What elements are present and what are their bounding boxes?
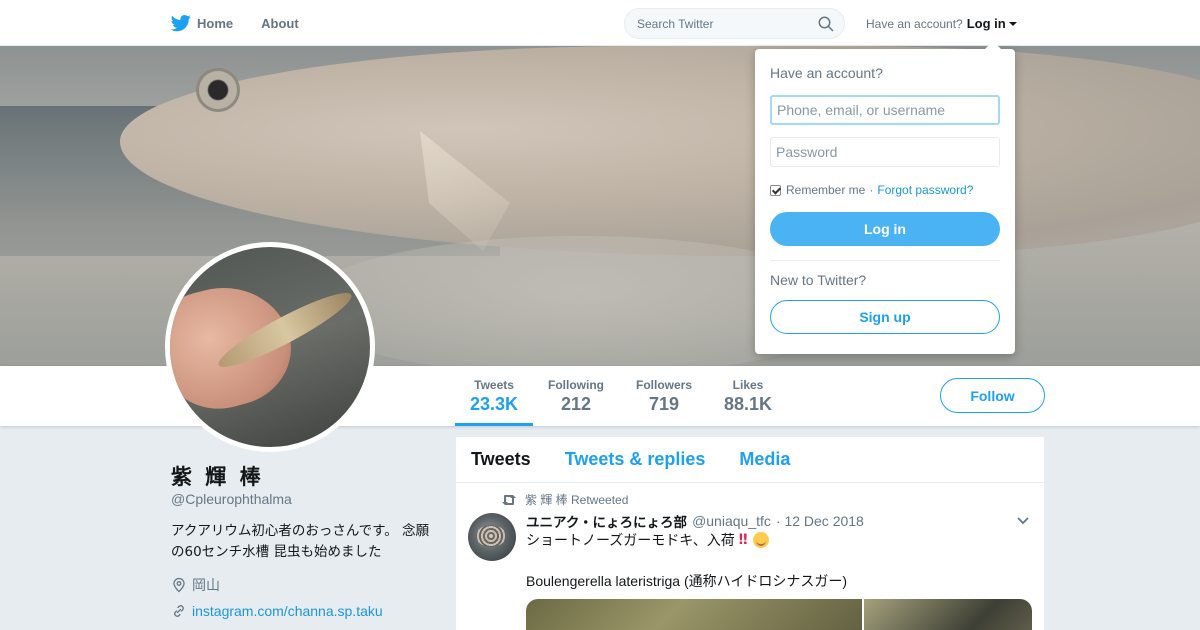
search-input[interactable] [625, 9, 844, 38]
tweet-author-handle[interactable]: @uniaqu_tfc [692, 513, 771, 529]
chevron-down-icon[interactable] [1016, 516, 1030, 526]
remember-me-label[interactable]: Remember me [786, 183, 865, 197]
tweet-media-image[interactable] [864, 599, 1032, 630]
retweet-text: 紫 輝 棒 Retweeted [525, 493, 629, 507]
nav-about-label: About [261, 15, 299, 31]
stat-followers-value: 719 [648, 394, 680, 414]
stat-likes-label: Likes [732, 378, 764, 392]
stat-followers[interactable]: Followers 719 [636, 378, 692, 415]
follow-button[interactable]: Follow [940, 378, 1045, 413]
stat-following-label: Following [548, 378, 604, 392]
username-input[interactable] [770, 95, 1000, 125]
tweet-media[interactable] [526, 599, 1032, 630]
active-stat-indicator [455, 423, 533, 426]
stat-tweets[interactable]: Tweets 23.3K [470, 378, 518, 415]
remember-me-row: Remember me · Forgot password? [770, 183, 973, 197]
nav-about-link[interactable]: About [261, 16, 299, 31]
new-to-twitter-text: New to Twitter? [770, 272, 867, 288]
profile-avatar[interactable] [165, 242, 375, 452]
tweet-item[interactable]: 紫 輝 棒 Retweeted ユニアク・にょろにょろ部 @uniaqu_tfc… [456, 437, 1044, 630]
link-icon [174, 605, 184, 617]
smiling-face-emoji-icon [752, 532, 769, 548]
profile-name: 紫 輝 棒 [171, 465, 264, 489]
stat-likes-value: 88.1K [724, 394, 773, 414]
stat-following[interactable]: Following 212 [548, 378, 604, 415]
tweet-header: ユニアク・にょろにょろ部 @uniaqu_tfc · 12 Dec 2018 [526, 511, 864, 531]
stat-likes[interactable]: Likes 88.1K [724, 378, 772, 415]
location-pin-icon [173, 577, 185, 593]
caret-down-icon [1008, 21, 1017, 26]
search-icon[interactable] [818, 16, 834, 32]
tweet-text-line1: ショートノーズガーモドキ、入荷 !! [526, 530, 769, 550]
login-button[interactable]: Log in [770, 212, 1000, 246]
double-exclamation-mark: !! [737, 532, 749, 548]
login-dropdown-title: Have an account? [770, 65, 883, 81]
separator-dot: · [869, 183, 874, 197]
tweet-media-image[interactable] [526, 599, 864, 630]
stat-tweets-value: 23.3K [470, 394, 519, 414]
login-dropdown: Have an account? Remember me · Forgot pa… [755, 41, 1015, 354]
twitter-bird-icon [171, 15, 191, 32]
nav-left: Home About [171, 0, 327, 46]
nav-home-link[interactable]: Home [171, 13, 233, 33]
forgot-password-link[interactable]: Forgot password? [877, 183, 973, 197]
stat-tweets-label: Tweets [474, 378, 514, 392]
stat-followers-label: Followers [636, 378, 693, 392]
password-input[interactable] [770, 137, 1000, 167]
have-account-text: Have an account? [866, 16, 963, 31]
nav-home-label: Home [197, 15, 234, 31]
tweet-author-name[interactable]: ユニアク・にょろにょろ部 [526, 511, 687, 531]
divider [770, 260, 1000, 261]
profile-handle: @Cpleurophthalma [171, 491, 292, 507]
remember-me-checkbox[interactable] [770, 184, 781, 196]
top-navigation-bar: Home About Have an account? Log in [0, 0, 1200, 46]
stat-following-value: 212 [560, 394, 592, 414]
tweet-text-line2: Boulengerella lateristriga (通称ハイドロシナスガー) [526, 573, 848, 589]
profile-location: 岡山 [171, 575, 220, 595]
retweet-icon [502, 494, 516, 505]
profile-website[interactable]: instagram.com/channa.sp.taku [171, 603, 383, 619]
account-menu[interactable]: Have an account? Log in [866, 16, 1017, 31]
profile-website-link[interactable]: instagram.com/channa.sp.taku [192, 603, 383, 619]
profile-bio: アクアリウム初心者のおっさんです。 念願の60センチ水槽 昆虫も始めました [171, 523, 430, 560]
tweet-author-avatar[interactable] [468, 513, 516, 561]
tweet-text: ショートノーズガーモドキ、入荷 [526, 533, 735, 549]
tweet-date[interactable]: · 12 Dec 2018 [776, 513, 864, 529]
search-box [624, 8, 845, 39]
profile-location-text: 岡山 [192, 577, 220, 593]
retweet-context: 紫 輝 棒 Retweeted [501, 491, 628, 508]
signup-button[interactable]: Sign up [770, 300, 1000, 334]
login-link[interactable]: Log in [967, 16, 1006, 31]
